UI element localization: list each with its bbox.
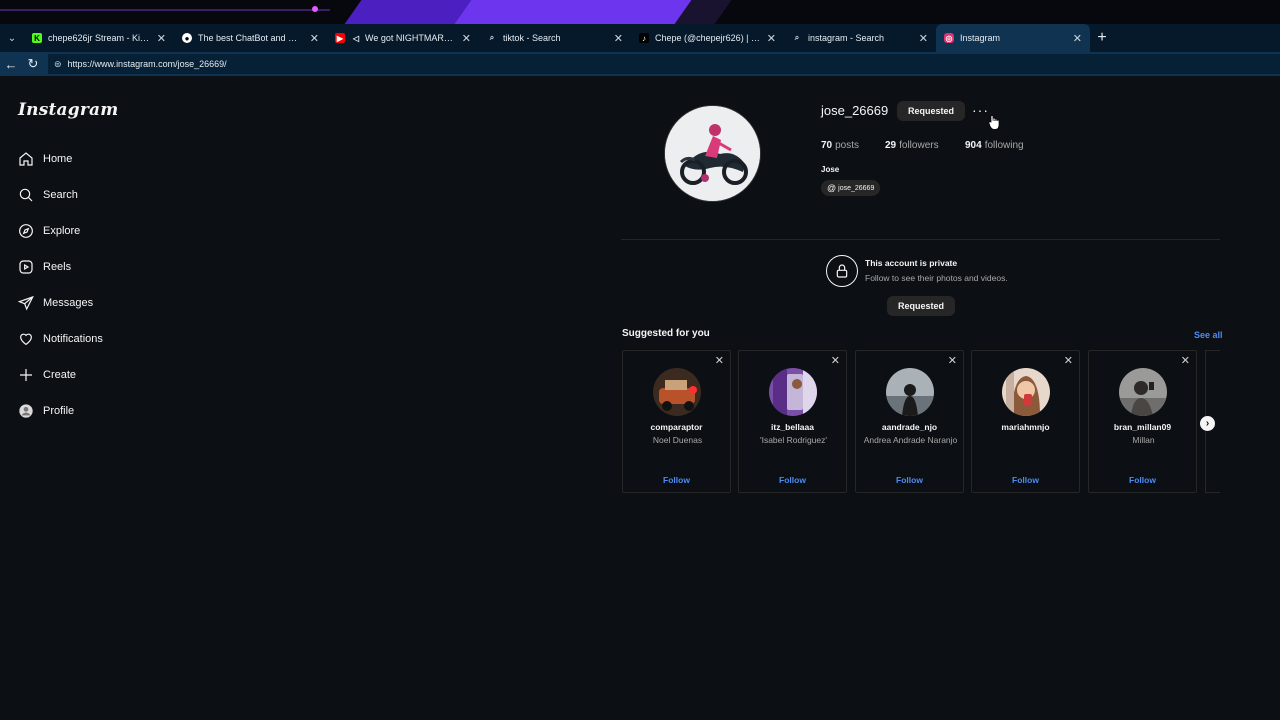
instagram-logo[interactable]: Instagram [18, 100, 118, 120]
close-tab-icon[interactable]: ✕ [157, 32, 166, 45]
close-tab-icon[interactable]: ✕ [310, 32, 319, 45]
dismiss-icon[interactable]: ✕ [1181, 354, 1190, 367]
suggested-avatar[interactable] [1119, 368, 1167, 416]
avatar-icon [17, 402, 34, 419]
sidebar-item-profile[interactable]: Profile [17, 402, 74, 419]
threads-badge[interactable]: @ jose_26669 [821, 180, 881, 196]
tab-list-chevron-icon[interactable]: ⌄ [0, 24, 24, 52]
private-account-subtitle: Follow to see their photos and videos. [865, 273, 1008, 283]
home-icon [17, 150, 34, 167]
motocross-rider-image [665, 106, 760, 201]
sidebar-item-create[interactable]: Create [17, 366, 76, 383]
follow-button[interactable]: Follow [856, 475, 963, 485]
suggested-avatar[interactable] [653, 368, 701, 416]
browser-tab-tiktok[interactable]: ♪ Chepe (@chepejr626) | TikTok ✕ [631, 24, 784, 52]
follow-button[interactable]: Follow [1089, 475, 1196, 485]
instagram-icon: ◎ [944, 33, 954, 43]
suggested-avatar[interactable] [886, 368, 934, 416]
compass-icon [17, 222, 34, 239]
profile-username: jose_26669 [821, 103, 889, 118]
browser-tab-tiktok-search[interactable]: ⌕ tiktok - Search ✕ [479, 24, 631, 52]
posts-count: 70 posts [821, 140, 860, 151]
threads-icon: @ [827, 183, 837, 193]
stream-overlay-banner [0, 0, 1280, 24]
instagram-page: Instagram Home Search Explore Reels Mess… [0, 76, 1280, 720]
site-info-icon[interactable]: ⊜ [54, 59, 62, 70]
speaker-icon[interactable]: ◁ [351, 33, 361, 43]
sidebar-item-reels[interactable]: Reels [17, 258, 71, 275]
browser-tab-kick[interactable]: K chepe626jr Stream - Kick Dashbo ✕ [24, 24, 174, 52]
suggested-card: ✕ aandrade_njo Andrea Andrade Naranjo Fo… [855, 350, 964, 493]
address-bar: ← ↻ ⊜ https://www.instagram.com/jose_266… [0, 52, 1280, 76]
close-tab-icon[interactable]: ✕ [919, 32, 928, 45]
profile-full-name: Jose [821, 165, 840, 174]
close-tab-icon[interactable]: ✕ [614, 32, 623, 45]
send-icon [17, 294, 34, 311]
sidebar-item-home[interactable]: Home [17, 150, 72, 167]
close-tab-icon[interactable]: ✕ [767, 32, 776, 45]
reels-icon [17, 258, 34, 275]
mouse-cursor-icon [988, 115, 1000, 130]
sidebar-item-messages[interactable]: Messages [17, 294, 93, 311]
search-icon [17, 186, 34, 203]
suggested-card: ✕ itz_bellaaa 'Isabel Rodriguez' Follow [738, 350, 847, 493]
more-options-icon[interactable]: ··· [972, 102, 989, 118]
dismiss-icon[interactable]: ✕ [948, 354, 957, 367]
section-divider [621, 239, 1220, 240]
following-link[interactable]: 904 following [965, 140, 1024, 151]
browser-tab-instagram[interactable]: ◎ Instagram ✕ [936, 24, 1090, 52]
heart-icon [17, 330, 34, 347]
close-tab-icon[interactable]: ✕ [1073, 32, 1082, 45]
requested-button[interactable]: Requested [897, 101, 965, 121]
browser-tab-botrix[interactable]: ● The best ChatBot and Widgets for ✕ [174, 24, 327, 52]
follow-button[interactable]: Follow [972, 475, 1079, 485]
see-all-link[interactable]: See all [1194, 330, 1223, 340]
suggested-title: Suggested for you [622, 328, 710, 339]
new-tab-icon[interactable]: + [1090, 29, 1114, 47]
suggested-avatar[interactable] [769, 368, 817, 416]
reload-icon[interactable]: ↻ [22, 56, 44, 72]
dismiss-icon[interactable]: ✕ [715, 354, 724, 367]
back-arrow-icon[interactable]: ← [0, 57, 22, 72]
follow-button[interactable]: Follow [739, 475, 846, 485]
suggested-avatar[interactable] [1002, 368, 1050, 416]
search-icon: ⌕ [794, 33, 800, 42]
sidebar-item-notifications[interactable]: Notifications [17, 330, 103, 347]
kick-icon: K [32, 33, 42, 43]
browser-tab-instagram-search[interactable]: ⌕ instagram - Search ✕ [784, 24, 936, 52]
sidebar-item-search[interactable]: Search [17, 186, 78, 203]
chevron-right-icon[interactable]: › [1200, 416, 1215, 431]
suggested-card: ✕ mariahmnjo Follow [971, 350, 1080, 493]
url-input[interactable]: ⊜ https://www.instagram.com/jose_26669/ [48, 54, 1280, 74]
lock-icon [826, 255, 858, 287]
browser-tab-youtube[interactable]: ▶ ◁ We got NIGHTMARES watchi ✕ [327, 24, 479, 52]
plus-icon [17, 366, 34, 383]
dismiss-icon[interactable]: ✕ [831, 354, 840, 367]
sidebar-item-explore[interactable]: Explore [17, 222, 80, 239]
followers-link[interactable]: 29 followers [885, 140, 939, 151]
requested-button-secondary[interactable]: Requested [887, 296, 955, 316]
suggested-card: ✕ bran_millan09 Millan Follow [1088, 350, 1197, 493]
follow-button[interactable]: Follow [623, 475, 730, 485]
dismiss-icon[interactable]: ✕ [1064, 354, 1073, 367]
search-icon: ⌕ [489, 33, 495, 42]
browser-tab-bar: ⌄ K chepe626jr Stream - Kick Dashbo ✕ ● … [0, 24, 1280, 52]
youtube-icon: ▶ [335, 33, 345, 43]
tiktok-icon: ♪ [639, 33, 649, 43]
close-tab-icon[interactable]: ✕ [462, 32, 471, 45]
botrix-icon: ● [182, 33, 192, 43]
private-account-title: This account is private [865, 258, 958, 268]
suggested-card: ✕ comparaptor Noel Duenas Follow [622, 350, 731, 493]
profile-avatar[interactable] [664, 105, 761, 202]
